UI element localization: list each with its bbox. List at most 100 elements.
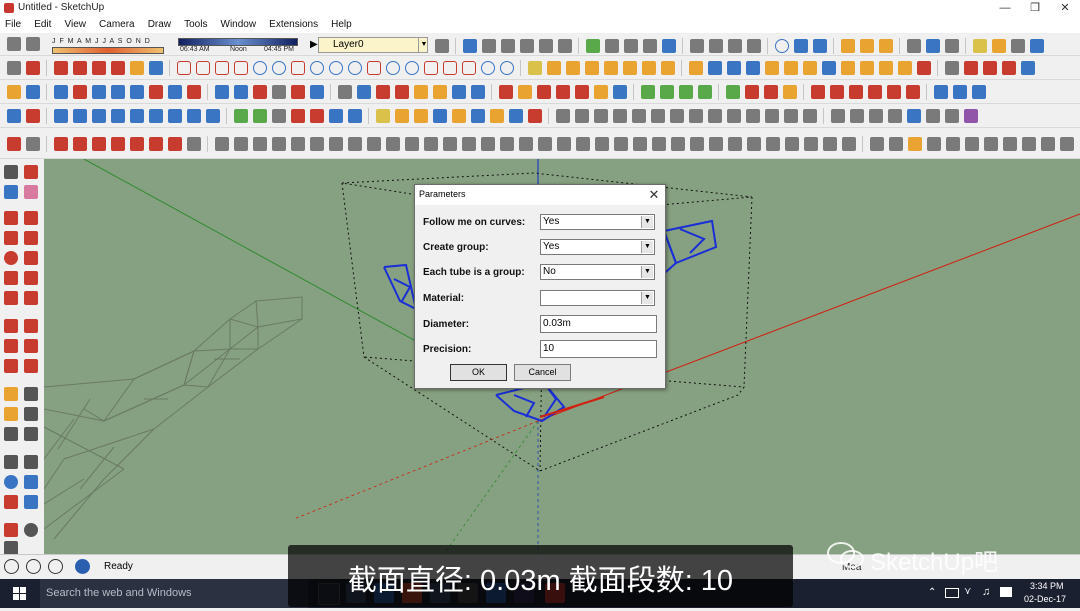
walk-icon[interactable] [4,523,18,537]
volume-icon[interactable]: ♫ [982,586,990,598]
wireframe-icon[interactable] [604,39,619,53]
layer-manager-icon[interactable] [434,39,449,53]
menu-extensions[interactable]: Extensions [264,17,323,33]
tool-icon[interactable] [782,85,797,99]
tool-icon[interactable] [413,85,428,99]
tool-icon[interactable] [1059,136,1074,151]
tool-icon[interactable] [148,85,163,99]
circle-icon[interactable] [499,61,514,75]
tool-icon[interactable] [612,85,627,99]
tool-icon[interactable] [764,61,779,75]
tool-icon[interactable] [622,61,637,75]
tool-icon[interactable] [72,109,87,123]
curve-icon[interactable] [214,61,229,75]
component-icon[interactable] [24,165,38,179]
zoom-window-icon[interactable] [24,475,38,489]
tool-icon[interactable] [252,85,267,99]
dimension-icon[interactable] [24,387,38,401]
circle-icon[interactable] [309,61,324,75]
arc-icon[interactable] [252,61,267,75]
user-icon[interactable] [48,559,63,574]
tool-icon[interactable] [669,109,684,123]
tool-icon[interactable] [905,85,920,99]
offset-icon[interactable] [24,359,38,373]
tool-icon[interactable] [546,61,561,75]
tool-icon[interactable] [290,85,305,99]
select-arrow-icon[interactable] [4,165,18,179]
tool-icon[interactable] [347,136,362,151]
maximize-button[interactable]: ❐ [1020,0,1050,17]
tool-icon[interactable] [6,136,21,151]
zoom-icon[interactable] [4,475,18,489]
circle-icon[interactable] [480,61,495,75]
extension-icon[interactable] [1010,39,1025,53]
shadow-date-slider[interactable]: J F M A M J J A S O N D [52,38,164,55]
tool-icon[interactable] [167,109,182,123]
diameter-input[interactable]: 0.03m [540,315,657,333]
tool-icon[interactable] [650,109,665,123]
tool-icon[interactable] [252,136,267,151]
tool-icon[interactable] [167,85,182,99]
arc-icon[interactable] [4,271,18,285]
tool-icon[interactable] [640,85,655,99]
ok-button[interactable]: OK [450,364,507,381]
tool-icon[interactable] [537,136,552,151]
pan-icon[interactable] [708,39,723,53]
chevron-down-icon[interactable]: ▼ [641,292,653,304]
time-bar[interactable] [178,38,298,46]
tool-icon[interactable] [290,109,305,123]
tool-icon[interactable] [328,136,343,151]
zoom-extents-icon[interactable] [4,495,18,509]
tool-icon[interactable] [53,85,68,99]
tool-icon[interactable] [906,109,921,123]
curve-icon[interactable] [366,61,381,75]
tool-icon[interactable] [6,61,21,75]
material-select[interactable]: ▼ [540,290,655,306]
tool-icon[interactable] [498,85,513,99]
tool-icon[interactable] [746,136,761,151]
tool-icon[interactable] [859,61,874,75]
clock-time[interactable]: 3:34 PM [1030,581,1064,591]
tool-icon[interactable] [72,61,87,75]
tool-icon[interactable] [451,85,466,99]
tool-icon[interactable] [1021,136,1036,151]
tool-icon[interactable] [926,136,941,151]
curve-icon[interactable] [195,61,210,75]
tool-icon[interactable] [129,109,144,123]
tool-icon[interactable] [575,136,590,151]
tool-icon[interactable] [707,61,722,75]
tool-icon[interactable] [480,136,495,151]
clock-date[interactable]: 02-Dec-17 [1024,594,1066,604]
walk-icon[interactable] [793,39,808,53]
polygon-icon[interactable] [24,251,38,265]
arc-icon[interactable] [404,61,419,75]
tool-icon[interactable] [867,85,882,99]
tool-icon[interactable] [670,136,685,151]
tool-icon[interactable] [1002,136,1017,151]
orbit-icon[interactable] [689,39,704,53]
tool-icon[interactable] [963,61,978,75]
share-icon[interactable] [1029,39,1044,53]
windows-start-icon[interactable] [0,579,40,608]
tool-icon[interactable] [129,136,144,151]
camera-back-icon[interactable] [538,39,553,53]
menu-camera[interactable]: Camera [94,17,140,33]
tool-icon[interactable] [375,85,390,99]
tool-icon[interactable] [470,85,485,99]
paint-icon[interactable] [925,39,940,53]
tool-icon[interactable] [631,109,646,123]
tool-icon[interactable] [765,136,780,151]
pan-icon[interactable] [24,455,38,469]
camera-right-icon[interactable] [519,39,534,53]
tool-icon[interactable] [971,85,986,99]
xray-icon[interactable] [585,39,600,53]
tool-icon[interactable] [470,109,485,123]
tool-icon[interactable] [593,109,608,123]
menu-draw[interactable]: Draw [143,17,176,33]
look-around-icon[interactable] [24,523,38,537]
tool-icon[interactable] [72,85,87,99]
tool-icon[interactable] [763,85,778,99]
tool-icon[interactable] [366,136,381,151]
tool-icon[interactable] [848,85,863,99]
tool-icon[interactable] [356,85,371,99]
